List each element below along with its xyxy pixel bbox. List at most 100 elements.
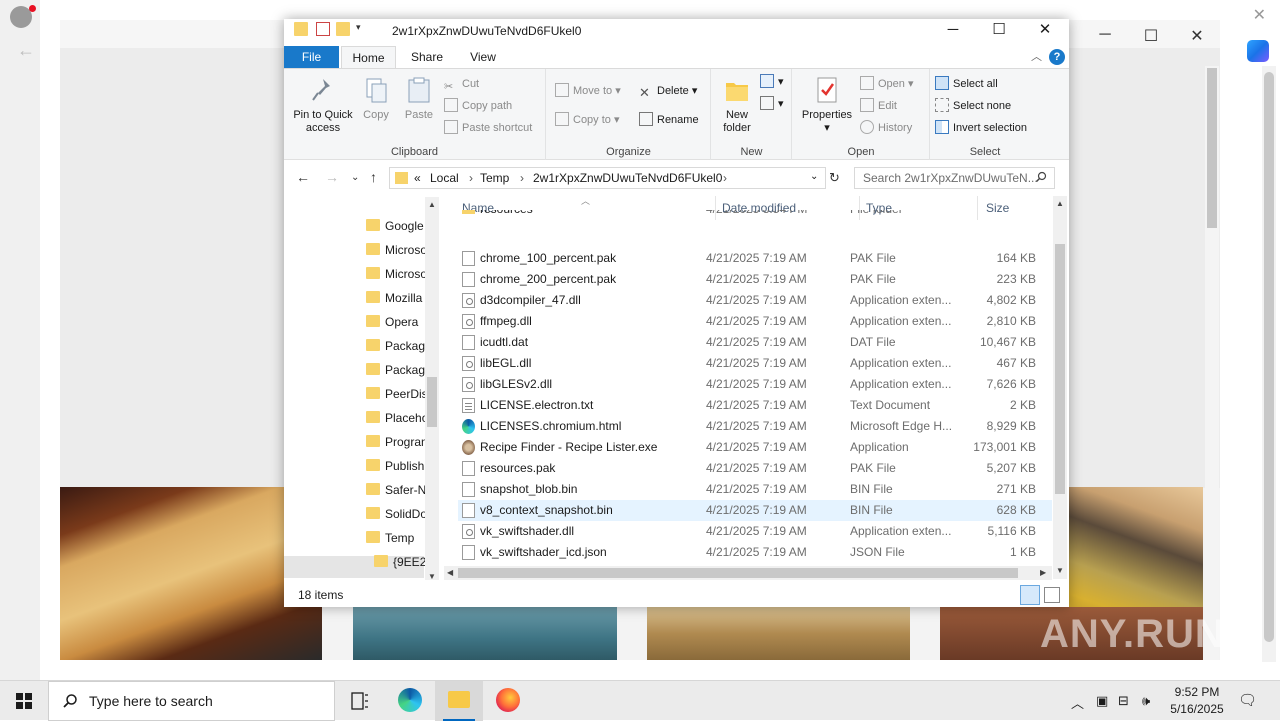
address-dropdown-icon[interactable]: ⌄ xyxy=(810,171,818,182)
rename-button[interactable]: Rename xyxy=(639,111,699,129)
windows-start-icon[interactable] xyxy=(0,681,48,721)
new-folder-button[interactable]: New folder xyxy=(716,75,758,135)
nav-item[interactable]: Publish xyxy=(366,455,424,477)
address-bar[interactable]: « Local › Temp › 2w1rXpxZnwDUwuTeNvdD6FU… xyxy=(389,167,826,189)
move-to-button[interactable]: Move to ▾ xyxy=(555,82,621,100)
paste-shortcut-button[interactable]: Paste shortcut xyxy=(444,119,532,137)
recipe-image-bowl[interactable] xyxy=(353,607,617,660)
taskbar-search-box[interactable]: Type here to search xyxy=(48,681,335,721)
details-view-icon[interactable] xyxy=(1020,585,1040,605)
properties-button[interactable]: Properties ▾ xyxy=(799,75,855,135)
bg-minimize-button[interactable]: ─ xyxy=(1090,26,1120,44)
copy-button[interactable]: Copy xyxy=(358,75,394,122)
page-scrollbar[interactable] xyxy=(1205,66,1219,660)
file-row[interactable]: icudtl.dat 4/21/2025 7:19 AM DAT File 10,46… xyxy=(458,332,1052,353)
search-box[interactable]: Search 2w1rXpxZnwDUwuTeN... xyxy=(854,167,1055,189)
file-row[interactable]: Recipe Finder - Recipe Lister.exe 4/21/20… xyxy=(458,437,1052,458)
file-row[interactable]: LICENSES.chromium.html 4/21/2025 7:19 AM M… xyxy=(458,416,1052,437)
tab-view[interactable]: View xyxy=(458,46,508,68)
maximize-button[interactable]: ☐ xyxy=(976,19,1022,41)
up-button[interactable]: ↑ xyxy=(370,169,377,185)
recent-locations-icon[interactable]: ⌄ xyxy=(351,172,359,183)
file-row[interactable]: resources.pak 4/21/2025 7:19 AM PAK File 5,… xyxy=(458,458,1052,479)
browser-close-icon[interactable]: ✕ xyxy=(1253,5,1266,25)
firefox-taskbar-icon[interactable] xyxy=(484,681,532,721)
breadcrumb-local[interactable]: Local xyxy=(430,171,459,185)
close-button[interactable]: ✕ xyxy=(1022,19,1068,41)
refresh-icon[interactable]: ↻ xyxy=(829,170,840,186)
edge-taskbar-icon[interactable] xyxy=(386,681,434,721)
file-row[interactable]: vk_swiftshader_icd.json 4/21/2025 7:19 AM… xyxy=(458,542,1052,563)
minimize-ribbon-icon[interactable]: ︿ xyxy=(1031,48,1042,64)
nav-item[interactable]: Google xyxy=(366,215,424,237)
easy-access-button[interactable]: ▾ xyxy=(760,95,784,113)
bg-maximize-button[interactable]: ☐ xyxy=(1136,26,1166,46)
new-folder-quick-icon[interactable] xyxy=(336,22,350,36)
file-row[interactable]: v8_context_snapshot.bin 4/21/2025 7:19 AM… xyxy=(458,500,1052,521)
history-button[interactable]: History xyxy=(860,119,912,137)
address-overflow[interactable]: « xyxy=(414,171,421,185)
nav-item[interactable]: SolidDo xyxy=(366,503,427,525)
taskbar-clock[interactable]: 9:52 PM 5/16/2025 xyxy=(1163,684,1231,718)
recipe-image-pie[interactable] xyxy=(60,487,322,660)
device-icon[interactable]: ▣ xyxy=(1096,693,1108,709)
file-row[interactable]: chrome_100_percent.pak 4/21/2025 7:19 AM P… xyxy=(458,248,1052,269)
nav-item[interactable]: Temp xyxy=(366,527,414,549)
forward-button[interactable]: → xyxy=(325,169,339,185)
task-view-icon[interactable] xyxy=(336,681,384,721)
minimize-button[interactable]: ─ xyxy=(930,19,976,41)
recipe-image-chicken[interactable] xyxy=(647,607,910,660)
bg-close-button[interactable]: ✕ xyxy=(1182,26,1212,46)
nav-item[interactable]: Progran xyxy=(366,431,428,453)
breadcrumb-current[interactable]: 2w1rXpxZnwDUwuTeNvdD6FUkel0 xyxy=(533,171,722,185)
back-arrow-icon[interactable]: ← xyxy=(17,40,35,61)
cut-button[interactable]: ✂ Cut xyxy=(444,75,479,93)
show-hidden-icons-icon[interactable]: ︿ xyxy=(1071,693,1084,712)
tab-file[interactable]: File xyxy=(284,46,339,68)
copy-path-button[interactable]: Copy path xyxy=(444,97,512,115)
file-explorer-taskbar-icon[interactable] xyxy=(435,681,483,721)
invert-selection-button[interactable]: Invert selection xyxy=(935,119,1027,137)
file-row[interactable]: ffmpeg.dll 4/21/2025 7:19 AM Application e… xyxy=(458,311,1052,332)
file-row[interactable]: chrome_200_percent.pak 4/21/2025 7:19 AM P… xyxy=(458,269,1052,290)
horizontal-scrollbar[interactable]: ◀ ▶ xyxy=(444,566,1052,580)
nav-item[interactable]: Microso xyxy=(366,239,427,261)
notifications-icon[interactable]: 🗨 xyxy=(1238,691,1257,709)
open-button[interactable]: Open ▾ xyxy=(860,75,914,93)
nav-item[interactable]: Mozilla xyxy=(366,287,422,309)
tab-home[interactable]: Home xyxy=(341,46,396,68)
pin-quick-access-button[interactable]: Pin to Quick access xyxy=(290,75,356,135)
nav-scrollbar[interactable]: ▲ ▼ xyxy=(425,197,439,581)
nav-item[interactable]: Safer-N xyxy=(366,479,426,501)
file-row[interactable]: d3dcompiler_47.dll 4/21/2025 7:19 AM Appli… xyxy=(458,290,1052,311)
nav-item[interactable]: PeerDis xyxy=(366,383,428,405)
help-icon[interactable]: ? xyxy=(1049,49,1065,65)
new-item-button[interactable]: ▾ xyxy=(760,73,784,91)
paste-button[interactable]: Paste xyxy=(400,75,438,122)
properties-quick-icon[interactable] xyxy=(316,22,330,36)
copy-to-button[interactable]: Copy to ▾ xyxy=(555,111,620,129)
partial-row[interactable]: resources 4/21/2025 8:54 PM File folder xyxy=(458,210,1052,220)
nav-item[interactable]: Packag xyxy=(366,359,425,381)
file-row[interactable]: snapshot_blob.bin 4/21/2025 7:19 AM BIN Fi… xyxy=(458,479,1052,500)
file-list-scrollbar[interactable]: ▲ ▼ xyxy=(1053,196,1067,579)
delete-button[interactable]: ✕ Delete ▾ xyxy=(639,82,697,100)
breadcrumb-temp[interactable]: Temp xyxy=(480,171,509,185)
file-row[interactable]: libGLESv2.dll 4/21/2025 7:19 AM Applicatio… xyxy=(458,374,1052,395)
select-none-button[interactable]: Select none xyxy=(935,97,1011,115)
nav-item[interactable]: Packag xyxy=(366,335,425,357)
edit-button[interactable]: Edit xyxy=(860,97,897,115)
file-row[interactable]: vk_swiftshader.dll 4/21/2025 7:19 AM Appli… xyxy=(458,521,1052,542)
back-button[interactable]: ← xyxy=(296,169,310,185)
file-row[interactable]: LICENSE.electron.txt 4/21/2025 7:19 AM Tex… xyxy=(458,395,1052,416)
search-icon[interactable] xyxy=(1035,171,1047,183)
large-icons-view-icon[interactable] xyxy=(1044,587,1060,603)
network-icon[interactable]: ⊟ xyxy=(1118,693,1129,709)
tab-share[interactable]: Share xyxy=(402,46,452,68)
nav-item[interactable]: 2w1rX xyxy=(374,575,427,579)
nav-item[interactable]: Placeho xyxy=(366,407,428,429)
volume-icon[interactable]: 🕪 xyxy=(1142,693,1150,709)
nav-item[interactable]: Microso xyxy=(366,263,427,285)
select-all-button[interactable]: Select all xyxy=(935,75,998,93)
nav-item[interactable]: Opera xyxy=(366,311,418,333)
